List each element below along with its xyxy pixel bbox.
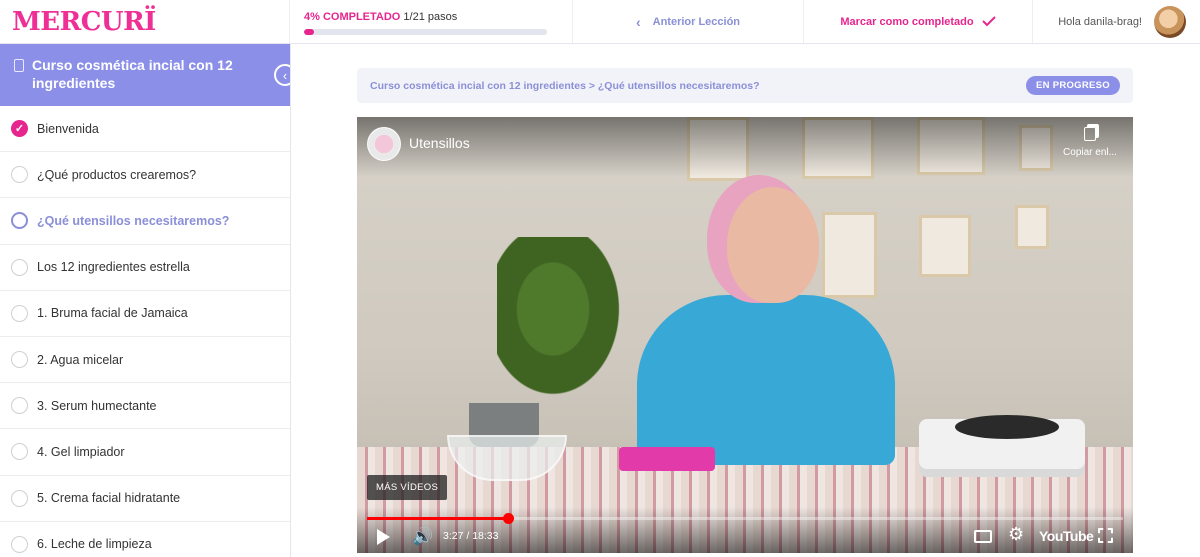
course-header: Curso cosmética incial con 12 ingredient… [0,44,290,106]
circle-icon [11,489,28,507]
lesson-label: 1. Bruma facial de Jamaica [37,306,188,321]
checkmark-circle-icon: ✓ [11,120,28,138]
hotplate-burner-image [955,415,1059,439]
lesson-label: 2. Agua micelar [37,352,124,367]
circle-icon [11,166,28,184]
pink-bag-image [619,447,715,471]
lesson-item[interactable]: ✓ Bienvenida [0,106,290,153]
lesson-label: ¿Qué utensillos necesitaremos? [37,213,230,228]
youtube-logo[interactable]: YouTube [1039,528,1094,544]
brand-logo[interactable]: MERCURÏ [0,0,290,43]
lesson-label: 4. Gel limpiador [37,444,125,459]
circle-icon [11,443,28,461]
lesson-item[interactable]: 3. Serum humectante [0,383,290,430]
lesson-label: 3. Serum humectante [37,398,157,413]
more-videos-button[interactable]: MÁS VÍDEOS [367,475,448,500]
course-progress: 4% COMPLETADO 1/21 pasos [290,0,573,43]
copy-link-label: Copiar enl... [1063,147,1117,158]
mark-complete-label: Marcar como completado [840,15,974,28]
plant-image [497,237,637,417]
chevron-left-icon: ‹ [282,67,288,83]
lesson-item[interactable]: 2. Agua micelar [0,337,290,384]
lesson-item[interactable]: 4. Gel limpiador [0,429,290,476]
lesson-item[interactable]: 5. Crema facial hidratante [0,476,290,522]
wall-picture [822,212,877,298]
check-icon [981,16,996,27]
lesson-label: ¿Qué productos crearemos? [37,167,197,182]
collapse-sidebar-button[interactable]: ‹ [274,64,290,86]
wall-picture [1015,205,1049,249]
presenter-head-image [727,187,819,303]
status-badge: EN PROGRESO [1025,76,1120,95]
lesson-list: ✓ Bienvenida ¿Qué productos crearemos? ¿Qué… [0,106,290,557]
circle-icon [11,535,28,553]
subtitles-icon[interactable] [974,530,992,543]
play-icon[interactable] [377,529,390,545]
course-title: Curso cosmética incial con 12 ingredient… [32,57,233,91]
progress-bar [304,29,547,35]
circle-icon [11,304,28,322]
lesson-label: Los 12 ingredientes estrella [37,260,190,275]
user-menu[interactable]: Hola danila-brag! [1033,0,1200,43]
progress-percent: 4% COMPLETADO [304,11,401,23]
settings-icon[interactable]: ⚙ [1008,524,1024,545]
lesson-item[interactable]: ¿Qué utensillos necesitaremos? [0,198,290,245]
lesson-item[interactable]: 1. Bruma facial de Jamaica [0,291,290,337]
progress-label: 4% COMPLETADO 1/21 pasos [304,11,558,23]
video-time: 3:27 / 18:33 [443,530,499,542]
video-player[interactable]: Utensillos Copiar enl... MÁS VÍDEOS 🔊 3:… [357,117,1133,553]
top-bar: MERCURÏ 4% COMPLETADO 1/21 pasos ‹ Anter… [0,0,1200,44]
chevron-left-icon: ‹ [635,13,641,30]
previous-lesson-label: Anterior Lección [652,15,741,28]
lesson-label: Bienvenida [37,121,99,136]
previous-lesson-button[interactable]: ‹ Anterior Lección [573,0,804,43]
lesson-item[interactable]: ¿Qué productos crearemos? [0,152,290,199]
document-icon [14,59,24,72]
presenter-image [637,295,895,465]
progress-bar-fill [304,29,314,35]
copy-link-icon [1084,127,1096,141]
lesson-item[interactable]: Los 12 ingredientes estrella [0,245,290,291]
user-greeting: Hola danila-brag! [1058,15,1142,28]
video-scrubber-handle[interactable] [502,513,514,524]
lesson-label: 5. Crema facial hidratante [37,491,181,506]
copy-link-button[interactable]: Copiar enl... [1055,127,1125,158]
circle-icon [11,351,28,369]
breadcrumb-bar: Curso cosmética incial con 12 ingredient… [357,68,1133,103]
avatar[interactable] [1154,5,1186,38]
video-scrubber[interactable] [367,513,1123,524]
circle-icon [11,397,28,415]
circle-icon [11,258,28,276]
breadcrumb[interactable]: Curso cosmética incial con 12 ingredient… [370,80,760,92]
lesson-label: 6. Leche de limpieza [37,537,152,552]
volume-icon[interactable]: 🔊 [412,527,433,547]
video-title[interactable]: Utensillos [409,135,470,151]
circle-icon [11,212,28,230]
channel-avatar[interactable] [367,127,401,161]
progress-steps: 1/21 pasos [403,11,458,23]
lesson-item[interactable]: 6. Leche de limpieza [0,522,290,557]
mark-complete-button[interactable]: Marcar como completado [804,0,1033,43]
video-scrubber-played [367,517,508,520]
wall-picture [919,215,971,277]
video-header [357,117,1133,177]
lesson-sidebar: Curso cosmética incial con 12 ingredient… [0,44,291,557]
